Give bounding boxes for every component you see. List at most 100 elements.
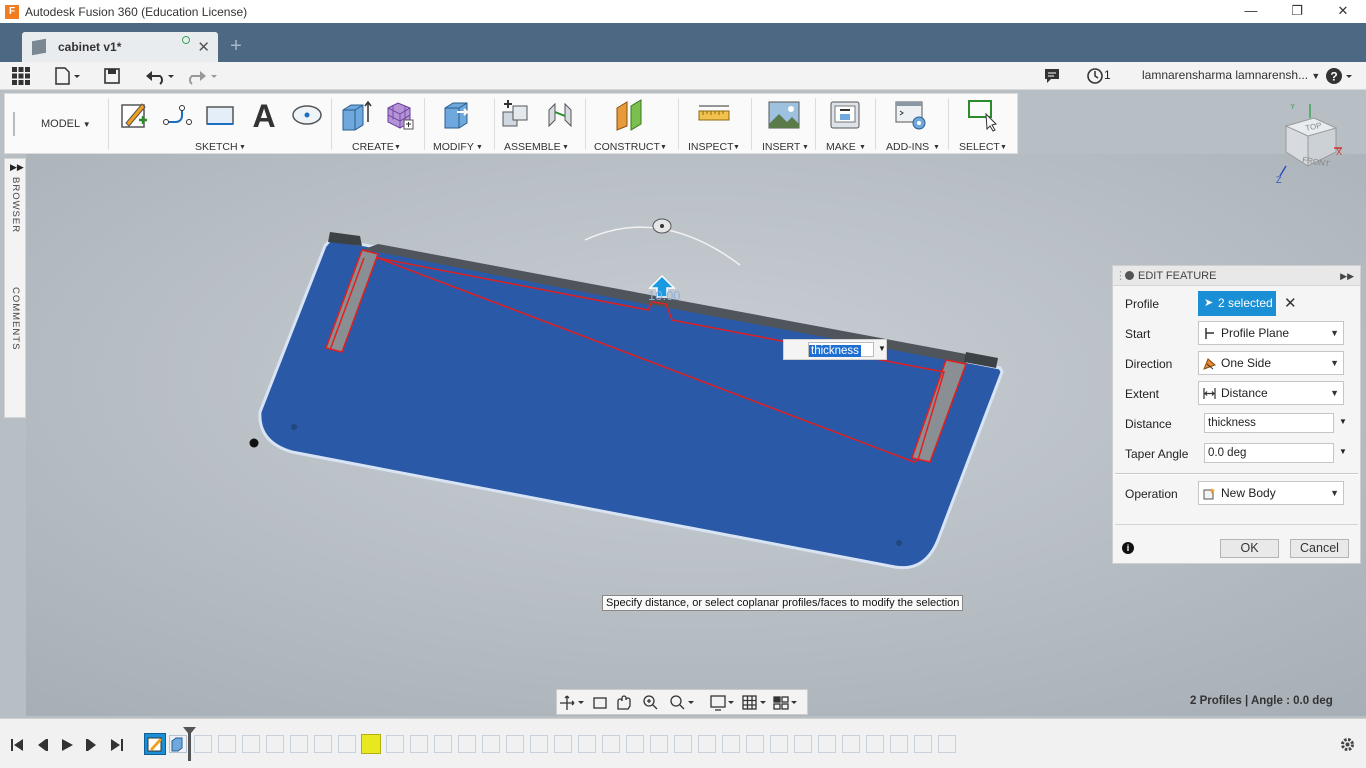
inline-distance-input[interactable]: thickness bbox=[808, 342, 874, 357]
extent-select[interactable]: Distance ▼ bbox=[1198, 381, 1344, 405]
data-panel-grid-icon[interactable] bbox=[11, 66, 31, 86]
timeline-feature-item[interactable] bbox=[770, 735, 788, 753]
timeline-feature-item[interactable] bbox=[434, 735, 452, 753]
save-icon[interactable] bbox=[103, 66, 121, 86]
workspace-switcher[interactable]: MODEL ▼ bbox=[41, 118, 91, 130]
timeline-feature-item[interactable] bbox=[746, 735, 764, 753]
view-cube[interactable]: Y TOP FRONT X Z bbox=[1276, 104, 1346, 184]
info-icon[interactable]: i bbox=[1122, 542, 1134, 554]
toolbar-grip[interactable] bbox=[13, 112, 15, 136]
operation-select[interactable]: New Body ▼ bbox=[1198, 481, 1344, 505]
chevron-down-icon[interactable]: ▼ bbox=[878, 344, 886, 353]
timeline-feature-item[interactable] bbox=[530, 735, 548, 753]
joint-icon[interactable] bbox=[543, 98, 577, 132]
create-sketch-icon[interactable] bbox=[117, 98, 151, 132]
select-cursor-icon[interactable] bbox=[966, 98, 1000, 132]
timeline-feature-item[interactable] bbox=[650, 735, 668, 753]
timeline-feature-item[interactable] bbox=[818, 735, 836, 753]
extrude-icon[interactable] bbox=[339, 98, 373, 132]
timeline-feature-item[interactable] bbox=[842, 735, 860, 753]
timeline-extrude-item[interactable] bbox=[169, 735, 187, 753]
timeline-feature-item[interactable] bbox=[890, 735, 908, 753]
timeline-feature-item[interactable] bbox=[314, 735, 332, 753]
timeline-feature-item[interactable] bbox=[338, 735, 356, 753]
look-at-icon[interactable] bbox=[593, 697, 607, 709]
timeline-selected-feature-item[interactable] bbox=[361, 734, 381, 754]
minimize-button[interactable]: — bbox=[1228, 0, 1274, 23]
redo-icon[interactable] bbox=[186, 66, 218, 86]
measure-icon[interactable] bbox=[697, 98, 731, 132]
timeline-feature-item[interactable] bbox=[938, 735, 956, 753]
timeline-feature-item[interactable] bbox=[794, 735, 812, 753]
timeline-feature-item[interactable] bbox=[386, 735, 404, 753]
timeline-feature-item[interactable] bbox=[242, 735, 260, 753]
step-back-icon[interactable] bbox=[35, 738, 49, 752]
document-tab[interactable]: cabinet v1* ✕ bbox=[22, 32, 218, 62]
timeline-feature-item[interactable] bbox=[914, 735, 932, 753]
form-icon[interactable] bbox=[382, 98, 416, 132]
comments-tab[interactable]: COMMENTS bbox=[10, 287, 21, 350]
timeline-feature-item[interactable] bbox=[674, 735, 692, 753]
chevron-down-icon[interactable]: ▼ bbox=[1339, 447, 1347, 456]
cancel-button[interactable]: Cancel bbox=[1290, 539, 1349, 558]
new-tab-button[interactable]: + bbox=[224, 35, 248, 59]
timeline-feature-item[interactable] bbox=[698, 735, 716, 753]
chevron-down-icon[interactable]: ▼ bbox=[1339, 417, 1347, 426]
clear-selection-icon[interactable]: ✕ bbox=[1284, 294, 1297, 312]
expand-panel-icon[interactable]: ▶▶ bbox=[1340, 266, 1354, 286]
browser-tab[interactable]: BROWSER bbox=[10, 177, 21, 233]
timeline-feature-item[interactable] bbox=[410, 735, 428, 753]
timeline-sketch-item[interactable] bbox=[144, 733, 166, 755]
go-to-end-icon[interactable] bbox=[110, 738, 124, 752]
job-status-icon[interactable] bbox=[1086, 66, 1104, 86]
timeline-feature-item[interactable] bbox=[722, 735, 740, 753]
profile-selection-button[interactable]: ➤ 2 selected bbox=[1198, 291, 1276, 316]
collapse-icon[interactable] bbox=[1125, 271, 1134, 280]
point-circle-tool-icon[interactable] bbox=[290, 98, 324, 132]
edit-feature-header[interactable]: ⋮ EDIT FEATURE ▶▶ bbox=[1113, 266, 1360, 286]
new-component-icon[interactable] bbox=[499, 98, 533, 132]
help-icon[interactable]: ? bbox=[1325, 66, 1355, 86]
timeline-feature-item[interactable] bbox=[602, 735, 620, 753]
undo-icon[interactable] bbox=[144, 66, 176, 86]
expand-arrow-icon[interactable]: ▶▶ bbox=[10, 162, 24, 173]
rectangle-tool-icon[interactable] bbox=[203, 98, 237, 132]
timeline-feature-item[interactable] bbox=[290, 735, 308, 753]
timeline-feature-item[interactable] bbox=[194, 735, 212, 753]
display-settings-icon[interactable] bbox=[710, 695, 726, 708]
scripts-addins-icon[interactable] bbox=[894, 98, 928, 132]
ok-button[interactable]: OK bbox=[1220, 539, 1279, 558]
timeline-feature-item[interactable] bbox=[578, 735, 596, 753]
distance-input[interactable]: thickness bbox=[1204, 413, 1334, 433]
timeline-feature-item[interactable] bbox=[458, 735, 476, 753]
notifications-icon[interactable] bbox=[1043, 66, 1061, 86]
text-tool-icon[interactable]: A bbox=[247, 98, 281, 132]
offset-plane-icon[interactable] bbox=[613, 98, 647, 132]
timeline-feature-item[interactable] bbox=[626, 735, 644, 753]
file-menu-icon[interactable] bbox=[54, 66, 82, 86]
line-tool-icon[interactable] bbox=[160, 98, 194, 132]
restore-button[interactable]: ❐ bbox=[1274, 0, 1320, 23]
fit-zoom-icon[interactable] bbox=[670, 695, 682, 707]
direction-select[interactable]: One Side ▼ bbox=[1198, 351, 1344, 375]
taper-angle-input[interactable]: 0.0 deg bbox=[1204, 443, 1334, 463]
timeline-feature-item[interactable] bbox=[266, 735, 284, 753]
play-icon[interactable] bbox=[60, 738, 74, 752]
close-window-button[interactable]: ✕ bbox=[1320, 0, 1366, 23]
pan-hand-icon[interactable] bbox=[617, 695, 631, 710]
viewports-icon[interactable] bbox=[773, 696, 781, 703]
press-pull-icon[interactable] bbox=[439, 98, 473, 132]
timeline-feature-item[interactable] bbox=[482, 735, 500, 753]
timeline-settings-gear-icon[interactable] bbox=[1339, 736, 1356, 753]
orbit-icon[interactable] bbox=[560, 695, 575, 710]
timeline-feature-item[interactable] bbox=[554, 735, 572, 753]
timeline-feature-item[interactable] bbox=[866, 735, 884, 753]
timeline-feature-item[interactable] bbox=[506, 735, 524, 753]
user-account-menu[interactable]: lamnarensharma lamnarensh... ▼ bbox=[1142, 68, 1320, 82]
timeline-feature-item[interactable] bbox=[218, 735, 236, 753]
3d-print-icon[interactable] bbox=[828, 98, 862, 132]
insert-image-icon[interactable] bbox=[767, 98, 801, 132]
start-select[interactable]: Profile Plane ▼ bbox=[1198, 321, 1344, 345]
grid-settings-icon[interactable] bbox=[742, 695, 757, 710]
go-to-start-icon[interactable] bbox=[10, 738, 24, 752]
